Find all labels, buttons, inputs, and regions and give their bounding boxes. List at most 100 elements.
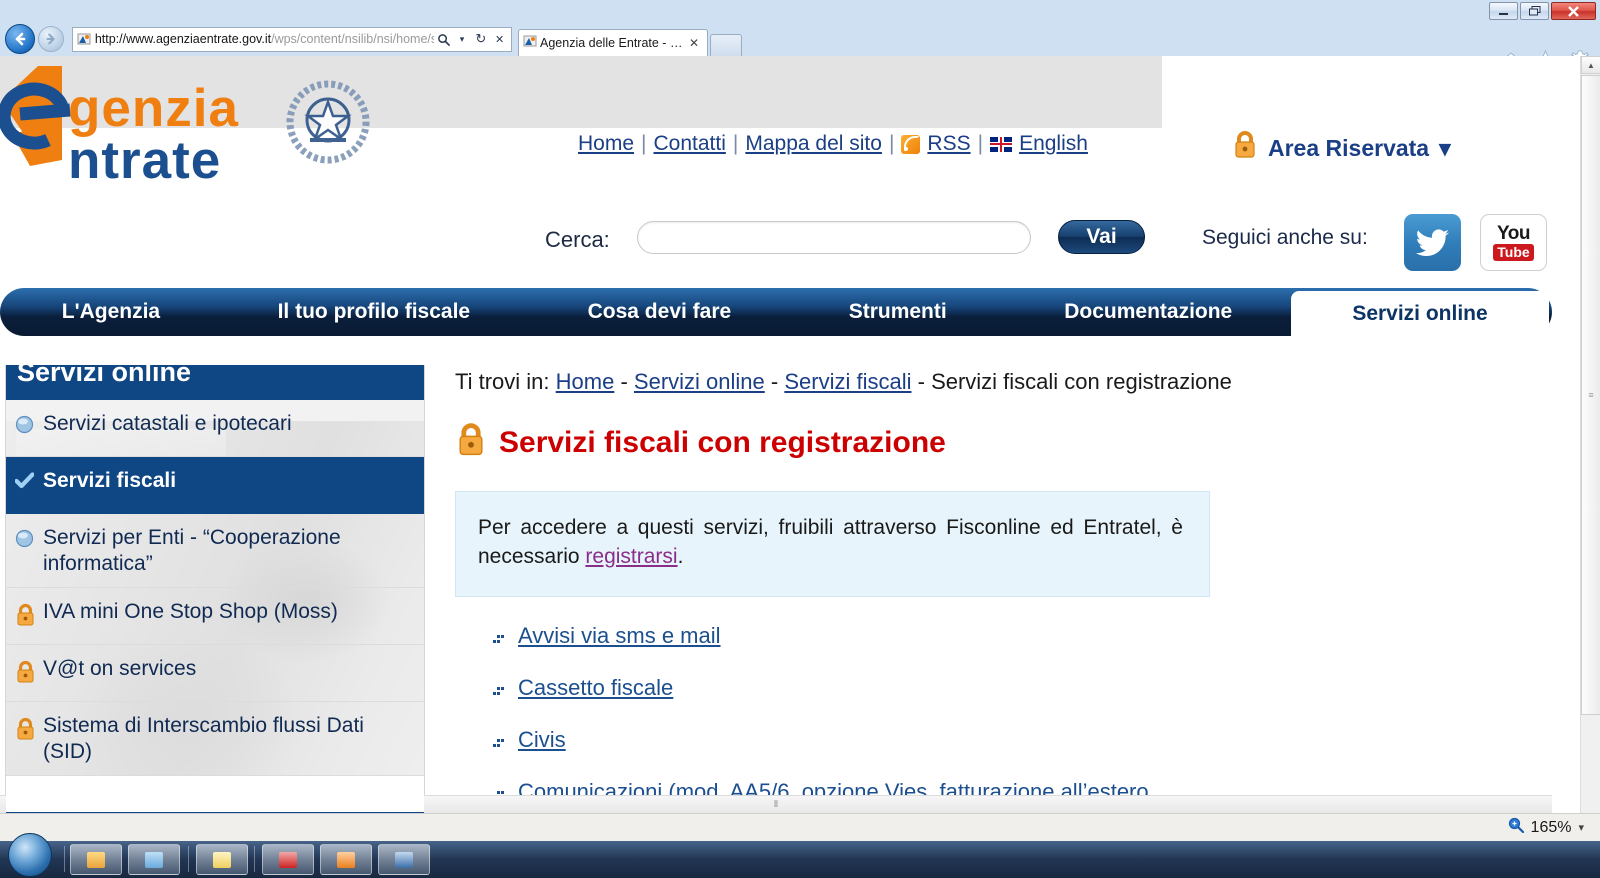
- sidebar-item-label: Servizi catastali e ipotecari: [43, 412, 292, 435]
- link-separator: |: [977, 132, 984, 155]
- top-link-home[interactable]: Home: [578, 132, 634, 156]
- address-path: /wps/content/nsilib/nsi/home/s: [271, 32, 434, 46]
- page-title-row: Servizi fiscali con registrazione: [455, 422, 1540, 463]
- search-label: Cerca:: [545, 227, 610, 252]
- info-box-text-before: Per accedere a questi servizi, fruibili …: [478, 516, 1183, 568]
- blue-sphere-icon: [15, 529, 34, 548]
- taskbar-item-6[interactable]: [378, 844, 430, 875]
- breadcrumb-separator: -: [770, 369, 779, 394]
- taskbar-item-4[interactable]: [262, 844, 314, 875]
- sidebar-item-label: V@t on services: [43, 657, 197, 681]
- info-box-text-after: .: [677, 544, 684, 568]
- sidebar-item-vat-on-services[interactable]: V@t on services: [6, 645, 424, 703]
- top-link-rss[interactable]: RSS: [927, 132, 970, 156]
- taskbar-item-3[interactable]: [196, 844, 248, 875]
- browser-navbar: http://www.agenziaentrate.gov.it/wps/con…: [0, 22, 1600, 71]
- breadcrumb: Ti trovi in: Home - Servizi online - Ser…: [455, 344, 1540, 395]
- nav-item-documentazione[interactable]: Documentazione: [1005, 291, 1291, 333]
- chevron-down-icon[interactable]: ▾: [1578, 821, 1584, 834]
- nav-item-il-tuo-profilo-fiscale[interactable]: Il tuo profilo fiscale: [219, 291, 529, 333]
- breadcrumb-separator: -: [917, 369, 925, 394]
- sidebar-item-sistema-di-interscambio-flussi-dati[interactable]: Sistema di Interscambio flussi Dati (SID…: [6, 702, 424, 777]
- breadcrumb-link-home[interactable]: Home: [556, 369, 615, 394]
- sidebar: Servizi online Servizi catastali e ipote…: [5, 365, 425, 813]
- padlock-icon: [1232, 130, 1258, 166]
- rss-icon[interactable]: [901, 134, 921, 154]
- taskbar-item-2[interactable]: [128, 844, 180, 875]
- sidebar-footer-bar: [6, 812, 424, 813]
- site-logo[interactable]: genzia ntrate: [0, 62, 372, 192]
- top-link-contatti[interactable]: Contatti: [654, 132, 726, 156]
- status-bar: 165% ▾: [0, 813, 1600, 841]
- breadcrumb-separator: -: [620, 369, 628, 394]
- sidebar-item-servizi-per-enti[interactable]: Servizi per Enti - “Cooperazione informa…: [6, 514, 424, 589]
- search-submit-button[interactable]: Vai: [1058, 220, 1145, 254]
- breadcrumb-prefix: Ti trovi in:: [455, 369, 550, 394]
- youtube-icon[interactable]: You Tube: [1480, 214, 1547, 271]
- chevron-down-icon[interactable]: ▾: [453, 29, 472, 50]
- restore-button[interactable]: [1520, 2, 1549, 20]
- document-icon: [213, 851, 231, 868]
- page-viewport: genzia ntrate Home | Contatti | Mappa de…: [0, 56, 1600, 813]
- square-bullet-icon: [493, 685, 504, 703]
- stop-icon[interactable]: ✕: [490, 29, 509, 50]
- svg-text:ntrate: ntrate: [68, 131, 221, 190]
- top-links: Home | Contatti | Mappa del sito | RSS |…: [578, 132, 1088, 156]
- close-button[interactable]: [1551, 2, 1596, 20]
- breadcrumb-link-servizi-online[interactable]: Servizi online: [634, 369, 765, 394]
- padlock-icon: [15, 603, 34, 626]
- scrollbar-thumb[interactable]: ≡: [1581, 75, 1600, 715]
- youtube-tube-text: Tube: [1493, 243, 1534, 262]
- sidebar-item-label: Servizi per Enti - “Cooperazione informa…: [43, 526, 341, 575]
- forward-button[interactable]: [38, 26, 64, 52]
- breadcrumb-link-servizi-fiscali[interactable]: Servizi fiscali: [784, 369, 911, 394]
- service-link-cassetto-fiscale[interactable]: Cassetto fiscale: [518, 674, 673, 702]
- back-button[interactable]: [5, 24, 35, 54]
- main-navigation: L'Agenzia Il tuo profilo fiscale Cosa de…: [0, 288, 1552, 336]
- scroll-up-button[interactable]: ▲: [1581, 56, 1600, 74]
- main-column: Ti trovi in: Home - Servizi online - Ser…: [455, 344, 1540, 813]
- uk-flag-icon: [990, 136, 1013, 152]
- minimize-button[interactable]: [1489, 2, 1518, 20]
- nav-item-servizi-online[interactable]: Servizi online: [1291, 291, 1549, 336]
- top-link-english[interactable]: English: [1019, 132, 1088, 156]
- address-host: http://www.agenziaentrate.gov.it: [94, 32, 272, 46]
- youtube-you-text: You: [1497, 222, 1530, 244]
- square-bullet-icon: [493, 737, 504, 755]
- link-separator: |: [732, 132, 739, 155]
- start-button[interactable]: [8, 833, 52, 877]
- sidebar-item-servizi-fiscali[interactable]: Servizi fiscali: [6, 457, 424, 514]
- info-box: Per accedere a questi servizi, fruibili …: [455, 491, 1210, 597]
- sidebar-title: Servizi online: [6, 365, 424, 400]
- new-tab-button[interactable]: [710, 34, 742, 56]
- sidebar-item-servizi-catastali-e-ipotecari[interactable]: Servizi catastali e ipotecari: [6, 400, 424, 457]
- registrarsi-link[interactable]: registrarsi: [585, 545, 677, 568]
- list-item: Cassetto fiscale: [455, 674, 1540, 703]
- link-separator: |: [641, 132, 647, 155]
- tab-close-icon[interactable]: ✕: [685, 36, 703, 50]
- padlock-icon: [15, 717, 34, 740]
- app-icon: [337, 851, 355, 868]
- sidebar-item-iva-mini-one-stop-shop[interactable]: IVA mini One Stop Shop (Moss): [6, 588, 424, 646]
- service-link-avvisi-via-sms-e-mail[interactable]: Avvisi via sms e mail: [518, 622, 721, 650]
- address-bar[interactable]: http://www.agenziaentrate.gov.it/wps/con…: [72, 26, 512, 52]
- windows-taskbar: [0, 833, 1600, 878]
- tab-title: Agenzia delle Entrate - Serv...: [540, 36, 685, 50]
- area-riservata-button[interactable]: Area Riservata ▾: [1232, 130, 1451, 166]
- page-content: Servizi online Servizi catastali e ipote…: [0, 344, 1552, 813]
- top-link-mappa-del-sito[interactable]: Mappa del sito: [745, 132, 882, 156]
- search-input[interactable]: [637, 221, 1031, 254]
- service-link-civis[interactable]: Civis: [518, 726, 566, 754]
- chevron-down-icon: ▾: [1439, 134, 1451, 161]
- twitter-icon[interactable]: [1404, 214, 1461, 271]
- taskbar-item-1[interactable]: [70, 844, 122, 875]
- nav-item-cosa-devi-fare[interactable]: Cosa devi fare: [529, 291, 790, 333]
- search-icon[interactable]: [434, 29, 453, 50]
- zoom-indicator[interactable]: 165% ▾: [1508, 817, 1584, 838]
- nav-item-lagenzia[interactable]: L'Agenzia: [3, 291, 219, 333]
- tab-agenzia-entrate[interactable]: Agenzia delle Entrate - Serv... ✕: [518, 29, 708, 56]
- nav-item-strumenti[interactable]: Strumenti: [790, 291, 1006, 333]
- refresh-icon[interactable]: ↻: [471, 29, 490, 50]
- taskbar-item-5[interactable]: [320, 844, 372, 875]
- vertical-scrollbar[interactable]: ▲ ≡: [1580, 56, 1600, 813]
